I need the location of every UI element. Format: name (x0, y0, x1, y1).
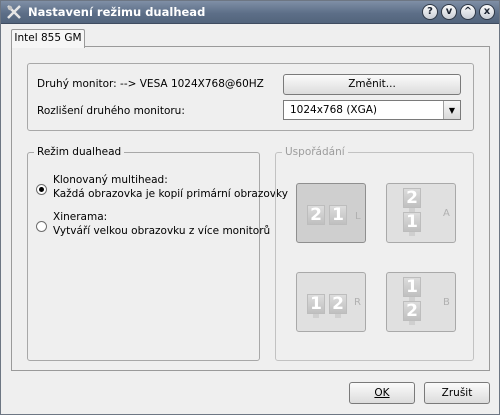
change-button-label: Změnit... (348, 78, 396, 90)
monitor-1-icon: 1 (403, 212, 421, 236)
cloned-option-desc: Každá obrazovka je kopií primární obrazo… (53, 188, 288, 200)
arrangement-above-label: A (443, 208, 450, 219)
cancel-button-label: Zrušit (441, 387, 473, 399)
arrangement-left[interactable]: 2 1 L (296, 183, 366, 243)
minimize-icon: v (445, 6, 453, 17)
resolution-select[interactable]: 1024x768 (XGA) ▼ (283, 100, 461, 120)
maximize-icon: ^ (463, 6, 473, 17)
xinerama-option-title: Xinerama: (53, 211, 108, 223)
arrangement-right[interactable]: 1 2 R (296, 272, 366, 332)
resolution-value: 1024x768 (XGA) (290, 104, 378, 116)
radio-xinerama[interactable] (36, 221, 47, 232)
help-button[interactable]: ? (422, 4, 438, 20)
arrangement-below-label: B (443, 297, 450, 308)
arrangement-above[interactable]: 2 1 A (386, 183, 456, 243)
maximize-button[interactable]: ^ (460, 4, 476, 20)
title-bar[interactable]: Nastavení režimu dualhead ? v ^ x (1, 1, 499, 24)
cancel-button[interactable]: Zrušit (424, 382, 490, 404)
ok-button-label: OK (374, 387, 390, 399)
arrangement-title: Uspořádání (282, 146, 348, 158)
arrangement-right-label: R (354, 297, 361, 308)
app-icon (7, 5, 21, 19)
monitor-1-icon: 1 (307, 294, 325, 318)
monitor-1-icon: 1 (403, 277, 421, 301)
tab-intel-855gm[interactable]: Intel 855 GM (11, 29, 85, 48)
monitor-2-icon: 2 (403, 301, 421, 325)
close-button[interactable]: x (479, 4, 495, 20)
monitor-2-icon: 2 (307, 205, 325, 229)
arrangement-left-label: L (355, 211, 361, 222)
minimize-button[interactable]: v (441, 4, 457, 20)
help-icon: ? (427, 6, 433, 17)
xinerama-option-desc: Vytváří velkou obrazovku z více monitorů (53, 225, 271, 237)
monitor-1-icon: 1 (329, 205, 347, 229)
cloned-option-title: Klonovaný multihead: (53, 174, 168, 186)
radio-cloned-multihead[interactable] (36, 184, 47, 195)
dialog-window: Nastavení režimu dualhead ? v ^ x Intel … (0, 0, 500, 415)
monitor-group: Druhý monitor: --> VESA 1024X768@60HZ Zm… (27, 63, 474, 131)
arrangement-group: Uspořádání 2 1 L 2 1 A 1 2 R 1 2 B (275, 146, 474, 361)
arrangement-below[interactable]: 1 2 B (386, 272, 456, 332)
close-icon: x (483, 6, 491, 17)
monitor-2-icon: 2 (329, 294, 347, 318)
change-monitor-button[interactable]: Změnit... (283, 74, 461, 95)
second-monitor-label: Druhý monitor: --> VESA 1024X768@60HZ (37, 78, 264, 90)
tab-panel: Druhý monitor: --> VESA 1024X768@60HZ Zm… (11, 46, 490, 371)
resolution-label: Rozlišení druhého monitoru: (37, 105, 185, 117)
dualhead-mode-title: Režim dualhead (34, 146, 125, 158)
monitor-2-icon: 2 (403, 188, 421, 212)
ok-button[interactable]: OK (349, 382, 415, 404)
dualhead-mode-group: Režim dualhead Klonovaný multihead: Každ… (27, 146, 288, 361)
radio-selected-dot (39, 187, 44, 192)
chevron-down-icon[interactable]: ▼ (443, 101, 460, 119)
window-title: Nastavení režimu dualhead (28, 5, 206, 19)
